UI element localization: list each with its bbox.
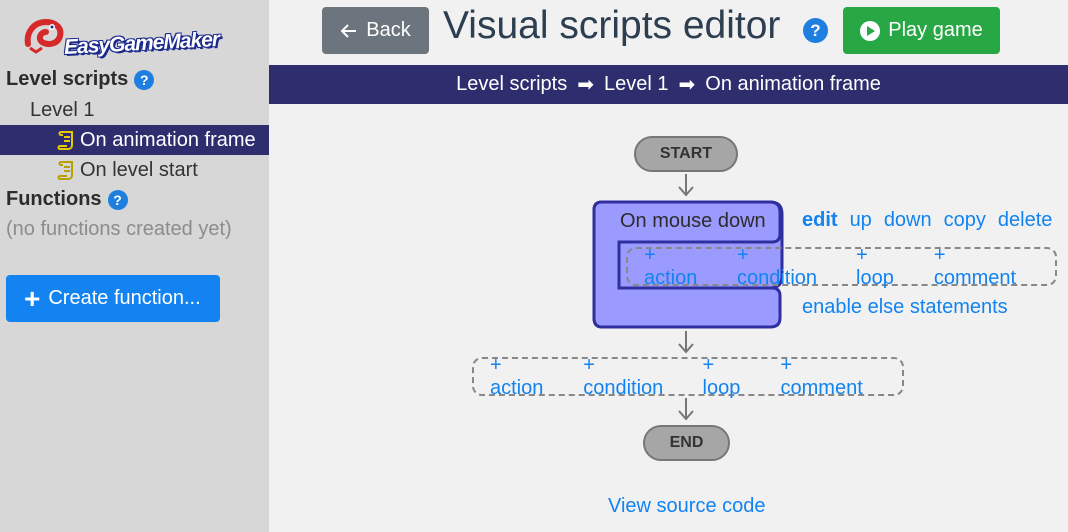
sidebar-item-on-animation-frame[interactable]: On animation frame — [0, 125, 269, 155]
enable-else-link[interactable]: enable else statements — [802, 296, 1008, 319]
breadcrumb-item-current: On animation frame — [705, 73, 881, 95]
arrow-left-icon — [340, 23, 357, 38]
add-loop-link[interactable]: + loop — [703, 354, 757, 400]
start-node: START — [634, 136, 738, 172]
sidebar: EasyGameMaker Level scripts ? Level 1 On… — [0, 0, 269, 532]
condition-label: On mouse down — [620, 210, 766, 232]
move-up-link[interactable]: up — [850, 209, 872, 232]
condition-actions: edit up down copy delete — [802, 209, 1052, 232]
end-node: END — [643, 425, 730, 461]
add-comment-link[interactable]: + comment — [934, 244, 1031, 290]
breadcrumb-item-level-1[interactable]: Level 1 — [604, 73, 669, 96]
functions-help-icon[interactable]: ? — [107, 189, 128, 210]
add-condition-link[interactable]: + condition — [583, 354, 678, 400]
arrow-down-icon — [678, 174, 694, 197]
easygamemaker-logo[interactable]: EasyGameMaker — [24, 14, 220, 59]
edit-link[interactable]: edit — [802, 209, 838, 232]
sidebar-item-on-level-start[interactable]: On level start — [0, 155, 269, 185]
add-comment-link[interactable]: + comment — [781, 354, 879, 400]
arrow-down-icon — [678, 331, 694, 354]
back-button[interactable]: Back — [322, 7, 429, 54]
breadcrumb: Level scripts ➡ Level 1 ➡ On animation f… — [269, 65, 1068, 104]
back-label: Back — [366, 19, 411, 41]
breadcrumb-item-level-scripts[interactable]: Level scripts — [456, 73, 567, 96]
plus-icon: + — [24, 282, 41, 314]
editor-help-icon[interactable]: ? — [803, 18, 828, 43]
copy-link[interactable]: copy — [944, 209, 986, 232]
level-scripts-label: Level scripts — [6, 68, 129, 90]
inner-add-box: + action + condition + loop + comment — [626, 244, 1057, 289]
outer-add-box: + action + condition + loop + comment — [472, 354, 904, 399]
play-icon — [860, 20, 881, 41]
create-function-button[interactable]: + Create function... — [6, 275, 220, 322]
sidebar-item-level-1[interactable]: Level 1 — [0, 95, 269, 125]
add-action-link[interactable]: + action — [490, 354, 559, 400]
arrow-down-icon — [678, 398, 694, 421]
add-action-link[interactable]: + action — [644, 244, 713, 290]
sidebar-item-label: On animation frame — [80, 128, 256, 151]
scroll-icon — [57, 131, 73, 150]
play-game-button[interactable]: Play game — [843, 7, 1000, 54]
level-scripts-help-icon[interactable]: ? — [134, 69, 155, 90]
logo-text: EasyGameMaker — [63, 27, 220, 60]
create-function-label: Create function... — [48, 287, 201, 309]
view-source-link[interactable]: View source code — [608, 495, 766, 518]
functions-heading: Functions ? — [6, 188, 128, 211]
sidebar-item-label: Level 1 — [30, 98, 95, 121]
functions-label: Functions — [6, 188, 102, 210]
add-condition-link[interactable]: + condition — [737, 244, 832, 290]
arrow-right-icon: ➡ — [577, 74, 594, 96]
add-loop-link[interactable]: + loop — [856, 244, 910, 290]
delete-link[interactable]: delete — [998, 209, 1053, 232]
level-scripts-heading: Level scripts ? — [6, 68, 155, 91]
arrow-right-icon: ➡ — [678, 74, 696, 96]
page-title: Visual scripts editor — [443, 4, 781, 47]
sidebar-item-label: On level start — [80, 158, 198, 181]
play-game-label: Play game — [888, 19, 983, 41]
no-functions-text: (no functions created yet) — [6, 218, 232, 240]
scroll-icon — [57, 161, 73, 180]
move-down-link[interactable]: down — [884, 209, 932, 232]
